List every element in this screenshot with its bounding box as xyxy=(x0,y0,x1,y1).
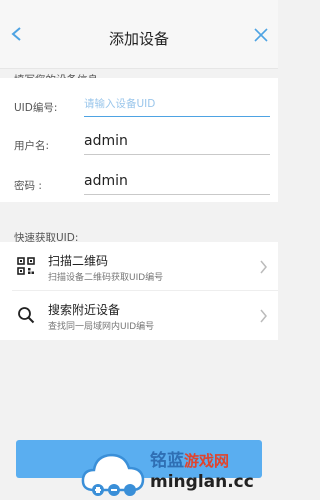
watermark-brand: 铭蓝 xyxy=(150,451,184,471)
username-label: 用户名: xyxy=(14,140,50,152)
password-row: 密码 : xyxy=(0,164,278,200)
chevron-right-icon xyxy=(260,309,267,323)
watermark-title: 铭蓝游戏网 xyxy=(150,446,229,471)
search-nearby-item[interactable]: 搜索附近设备 查找同一局域网内UID编号 xyxy=(0,291,278,340)
quick-uid-list: 扫描二维码 扫描设备二维码获取UID编号 搜索附近设备 查找同一局域网内UID编… xyxy=(0,242,278,340)
search-nearby-title: 搜索附近设备 xyxy=(48,303,121,317)
search-nearby-desc: 查找同一局域网内UID编号 xyxy=(48,322,155,332)
scan-qr-desc: 扫描设备二维码获取UID编号 xyxy=(48,273,164,283)
scan-qr-item[interactable]: 扫描二维码 扫描设备二维码获取UID编号 xyxy=(0,242,278,291)
watermark-game: 游戏网 xyxy=(184,452,230,470)
uid-row: UID编号: xyxy=(0,86,278,122)
uid-label: UID编号: xyxy=(14,102,58,114)
chevron-right-icon xyxy=(260,260,267,274)
nav-bar: 添加设备 xyxy=(0,0,278,69)
watermark: 铭蓝游戏网 minglan.cc xyxy=(80,444,278,500)
scan-qr-title: 扫描二维码 xyxy=(48,254,109,268)
close-icon[interactable] xyxy=(254,28,268,42)
cloud-logo-icon xyxy=(81,453,145,496)
page-title: 添加设备 xyxy=(108,30,169,48)
qr-code-icon xyxy=(17,257,35,275)
uid-input[interactable] xyxy=(84,90,270,117)
username-row: 用户名: xyxy=(0,124,278,160)
password-label: 密码 : xyxy=(14,180,42,192)
watermark-url: minglan.cc xyxy=(150,472,254,492)
search-icon xyxy=(18,307,35,324)
username-input[interactable] xyxy=(84,128,270,155)
device-info-form: UID编号: 用户名: 密码 : xyxy=(0,78,278,202)
password-input[interactable] xyxy=(84,168,270,195)
